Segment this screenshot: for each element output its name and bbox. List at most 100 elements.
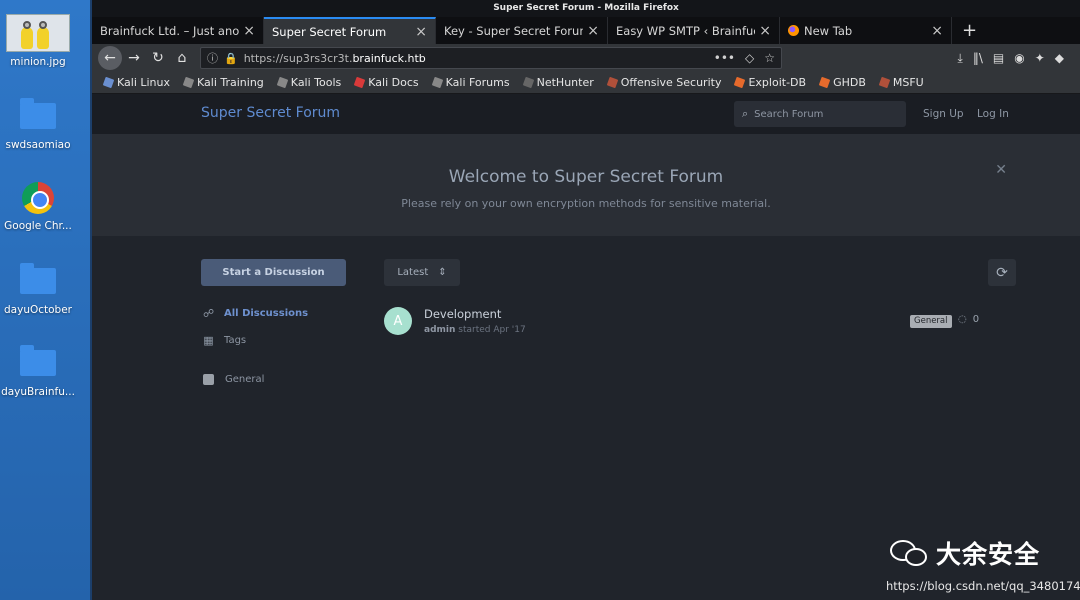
- reload-icon: ↻: [152, 50, 164, 66]
- hero-title: Welcome to Super Secret Forum: [448, 167, 724, 187]
- search-input[interactable]: ⌕ Search Forum: [734, 101, 906, 127]
- log-in-link[interactable]: Log In: [977, 108, 1009, 120]
- wechat-icon: [890, 538, 930, 568]
- tab-brainfuck[interactable]: Brainfuck Ltd. – Just another ×: [92, 17, 264, 44]
- sort-dropdown[interactable]: Latest ⇕: [384, 259, 460, 286]
- bookmark-offensive-security[interactable]: Offensive Security: [606, 76, 721, 89]
- pocket-icon[interactable]: ◇: [745, 51, 754, 65]
- close-icon[interactable]: ×: [587, 23, 599, 39]
- tab-super-secret-forum[interactable]: Super Secret Forum ×: [264, 17, 436, 44]
- folder-icon: [20, 263, 56, 294]
- firefox-icon: [788, 25, 799, 36]
- tab-title: Super Secret Forum: [272, 24, 387, 39]
- lock-warning-icon[interactable]: 🔒: [224, 52, 238, 65]
- chat-bubbles-icon: ☍: [203, 307, 215, 320]
- sidebar-icon[interactable]: ▤: [993, 51, 1004, 66]
- back-button[interactable]: ←: [98, 46, 122, 70]
- tab-title: Key - Super Secret Forum: [444, 23, 584, 38]
- bookmark-label: Kali Docs: [368, 76, 419, 89]
- bookmark-ghdb[interactable]: GHDB: [818, 76, 866, 89]
- bookmark-kali-docs[interactable]: Kali Docs: [353, 76, 419, 89]
- extension-icon[interactable]: ✦: [1035, 51, 1045, 66]
- tab-title: Brainfuck Ltd. – Just another: [100, 23, 240, 38]
- search-icon: ⌕: [742, 107, 749, 120]
- tag-badge[interactable]: General: [910, 315, 952, 328]
- nav-label: Tags: [224, 335, 247, 346]
- refresh-button[interactable]: ⟳: [988, 259, 1016, 286]
- tab-new-tab[interactable]: New Tab ×: [780, 17, 952, 44]
- bookmark-icon: [102, 76, 115, 89]
- new-tab-button[interactable]: +: [952, 17, 987, 44]
- bookmark-kali-training[interactable]: Kali Training: [182, 76, 264, 89]
- tab-key[interactable]: Key - Super Secret Forum ×: [436, 17, 608, 44]
- folder-icon: [20, 98, 56, 129]
- avatar[interactable]: A: [384, 307, 412, 335]
- bookmark-kali-linux[interactable]: Kali Linux: [102, 76, 170, 89]
- toolbar-right: ⤓ ‖\ ▤ ◉ ✦ ◆: [958, 51, 1074, 66]
- close-icon[interactable]: ✕: [995, 162, 1007, 178]
- bookmark-icon: [431, 76, 443, 89]
- watermark-url: https://blog.csdn.net/qq_34801745: [886, 579, 1080, 593]
- bookmarks-toolbar: Kali Linux Kali Training Kali Tools Kali…: [92, 72, 1080, 94]
- close-icon[interactable]: ×: [415, 24, 427, 40]
- hero-subtitle: Please rely on your own encryption metho…: [401, 197, 771, 210]
- folder-icon: [20, 345, 56, 376]
- info-icon[interactable]: ⓘ: [207, 50, 218, 66]
- reply-count-value: 0: [972, 314, 980, 325]
- nav-all-discussions[interactable]: ☍ All Discussions: [203, 307, 308, 320]
- watermark: 大余安全: [890, 535, 1040, 571]
- bookmark-kali-forums[interactable]: Kali Forums: [431, 76, 510, 89]
- search-placeholder: Search Forum: [754, 108, 824, 120]
- bookmark-nethunter[interactable]: NetHunter: [522, 76, 594, 89]
- forum-brand[interactable]: Super Secret Forum: [201, 105, 340, 121]
- download-icon[interactable]: ⤓: [958, 51, 963, 66]
- nav-tag-general[interactable]: General: [203, 374, 264, 385]
- url-host: brainfuck.htb: [352, 51, 426, 65]
- bookmark-label: Kali Forums: [445, 76, 510, 89]
- page-actions-button[interactable]: •••: [714, 51, 735, 65]
- watermark-brand: 大余安全: [936, 540, 1041, 569]
- desktop-icon-minion[interactable]: minion.jpg: [0, 14, 76, 68]
- discussion-author[interactable]: admin: [424, 325, 455, 335]
- bookmark-star-icon[interactable]: ☆: [764, 51, 775, 65]
- bookmark-label: NetHunter: [536, 76, 594, 89]
- arrow-right-icon: →: [128, 50, 140, 66]
- bookmark-label: GHDB: [833, 76, 866, 89]
- bookmark-icon: [818, 76, 831, 89]
- bookmark-msfu[interactable]: MSFU: [878, 76, 924, 89]
- discussion-title[interactable]: Development: [424, 307, 501, 321]
- image-file-icon: [6, 14, 70, 52]
- bookmark-exploit-db[interactable]: Exploit-DB: [734, 76, 806, 89]
- desktop-icon-dayubrainfuck[interactable]: dayuBrainfu...: [0, 345, 76, 398]
- nav-tags[interactable]: ▦ Tags: [203, 334, 246, 347]
- bookmark-kali-tools[interactable]: Kali Tools: [276, 76, 341, 89]
- forum-page: Super Secret Forum ⌕ Search Forum Sign U…: [92, 94, 1080, 600]
- nav-label: General: [225, 374, 265, 385]
- library-icon[interactable]: ‖\: [973, 51, 983, 66]
- desktop-icon-swdsaomiao[interactable]: swdsaomiao: [0, 98, 76, 151]
- navigation-toolbar: ← → ↻ ⌂ ⓘ 🔒 https://sup3rs3cr3t. brainfuc…: [92, 44, 1080, 72]
- nav-label: All Discussions: [224, 308, 309, 319]
- close-icon[interactable]: ×: [759, 23, 771, 39]
- url-prefix: https://sup3rs3cr3t.: [243, 51, 353, 65]
- refresh-icon: ⟳: [996, 264, 1008, 281]
- close-icon[interactable]: ×: [931, 23, 943, 39]
- account-icon[interactable]: ◉: [1014, 51, 1024, 66]
- extension-icon-2[interactable]: ◆: [1055, 51, 1064, 66]
- desktop-icon-label: dayuBrainfu...: [1, 386, 75, 398]
- sign-up-link[interactable]: Sign Up: [923, 108, 964, 120]
- bookmark-icon: [734, 76, 746, 89]
- discussion-meta: admin started Apr '17: [424, 325, 526, 335]
- reload-button[interactable]: ↻: [146, 46, 170, 70]
- forward-button[interactable]: →: [122, 46, 146, 70]
- desktop-icon-chrome[interactable]: Google Chr...: [0, 182, 76, 232]
- start-discussion-button[interactable]: Start a Discussion: [201, 259, 346, 286]
- tab-easy-wp-smtp[interactable]: Easy WP SMTP ‹ Brainfuck L ×: [608, 17, 780, 44]
- close-icon[interactable]: ×: [243, 23, 255, 39]
- home-button[interactable]: ⌂: [170, 46, 194, 70]
- bookmark-icon: [353, 76, 366, 89]
- url-bar[interactable]: ⓘ 🔒 https://sup3rs3cr3t. brainfuck.htb ••…: [200, 47, 782, 69]
- desktop-icon-label: swdsaomiao: [5, 139, 71, 151]
- tab-title: New Tab: [804, 23, 853, 38]
- desktop-icon-dayuoctober[interactable]: dayuOctober: [0, 263, 76, 316]
